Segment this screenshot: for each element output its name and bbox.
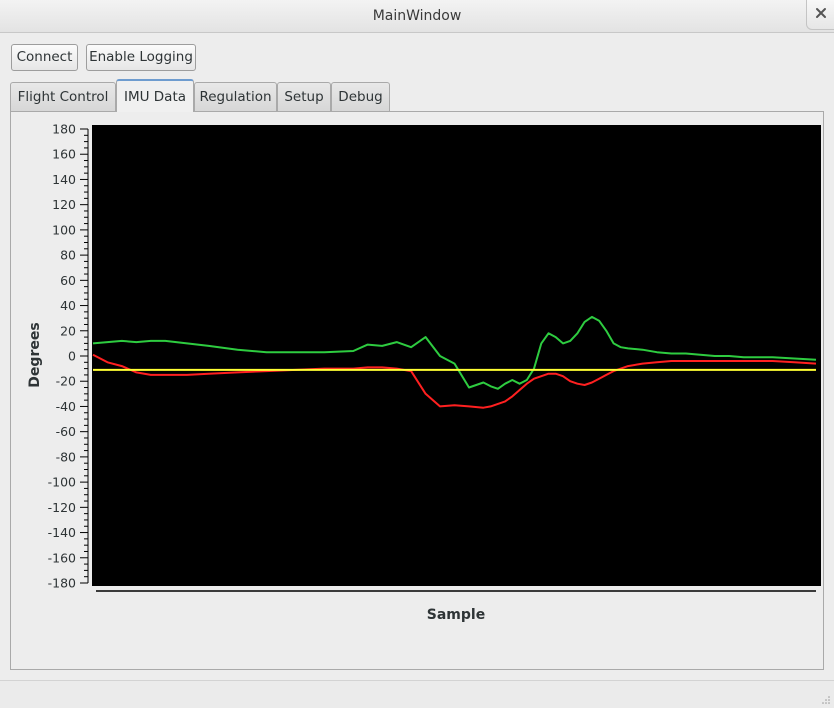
y-tick-label: -40 [56,399,76,414]
y-tick-label: 100 [52,222,76,237]
y-tick-label: -60 [56,424,76,439]
y-tick-label: -180 [48,576,76,591]
y-tick-label: 120 [52,197,76,212]
y-axis-ticks: 180 160 140 120 100 80 60 40 20 0 -20 -40 -60 -80 -100… [48,122,88,591]
y-tick-label: 20 [60,323,76,338]
x-axis-label: Sample [427,607,485,623]
y-tick-label: 0 [68,349,76,364]
y-tick-label: -100 [48,475,76,490]
y-tick-label: 80 [60,248,76,263]
y-tick-label: -160 [48,550,76,565]
status-bar [0,680,834,708]
y-tick-label: 40 [60,298,76,313]
y-tick-label: -80 [56,449,76,464]
y-tick-label: -20 [56,374,76,389]
y-tick-label: -120 [48,500,76,515]
y-tick-label: 180 [52,122,76,137]
y-tick-label: 140 [52,172,76,187]
y-tick-label: 160 [52,147,76,162]
tab-imu-data[interactable]: IMU Data [116,79,194,112]
y-axis-label: Degrees [27,322,43,387]
y-tick-label: -140 [48,525,76,540]
resize-grip-icon[interactable] [821,695,831,705]
y-tick-label: 60 [60,273,76,288]
